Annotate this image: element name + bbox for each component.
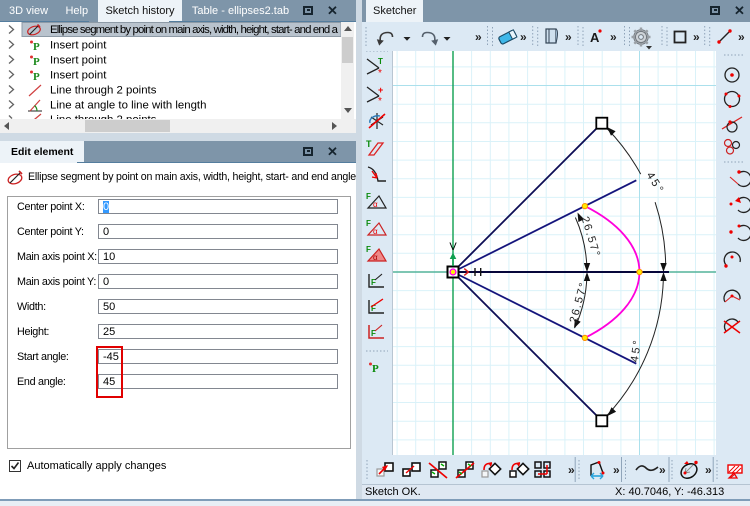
svg-text:»: » xyxy=(693,30,700,44)
svg-text:F: F xyxy=(366,245,371,254)
svg-text:*: * xyxy=(378,96,382,107)
svg-text:»: » xyxy=(565,30,572,44)
svg-text:V: V xyxy=(449,241,457,253)
svg-text:Ellipse segment by point on ma: Ellipse segment by point on main axis, w… xyxy=(50,24,339,36)
svg-text:»: » xyxy=(520,30,527,44)
svg-text:»: » xyxy=(475,30,482,44)
svg-text:Line at angle to line with len: Line at angle to line with length xyxy=(50,100,206,112)
svg-text:»: » xyxy=(738,30,745,44)
svg-text:»: » xyxy=(705,463,712,477)
svg-text:»: » xyxy=(568,463,575,477)
svg-text:»: » xyxy=(659,463,666,477)
svg-text:F: F xyxy=(366,192,371,201)
svg-text:T: T xyxy=(378,57,383,66)
svg-text:Insert point: Insert point xyxy=(50,55,107,67)
svg-text:F: F xyxy=(366,219,371,228)
svg-text:»: » xyxy=(610,30,617,44)
svg-text:26.57°: 26.57° xyxy=(568,280,591,324)
svg-text:α: α xyxy=(373,253,378,262)
svg-text:»: » xyxy=(613,463,620,477)
svg-text:P: P xyxy=(33,71,40,83)
svg-text:P: P xyxy=(33,56,40,68)
svg-text:*: * xyxy=(378,68,382,79)
svg-text:Insert point: Insert point xyxy=(50,70,107,82)
svg-text:Insert point: Insert point xyxy=(50,40,107,52)
svg-text:P: P xyxy=(372,363,379,375)
svg-text:A: A xyxy=(590,30,600,45)
svg-text:45°: 45° xyxy=(629,337,644,363)
svg-text:45°: 45° xyxy=(644,170,667,197)
svg-text:P: P xyxy=(33,41,40,53)
svg-text:Line through 2 points: Line through 2 points xyxy=(50,85,157,97)
svg-text:+: + xyxy=(378,85,383,95)
svg-text:α: α xyxy=(373,227,378,236)
svg-text:T: T xyxy=(366,139,372,149)
svg-text:α: α xyxy=(373,200,378,209)
